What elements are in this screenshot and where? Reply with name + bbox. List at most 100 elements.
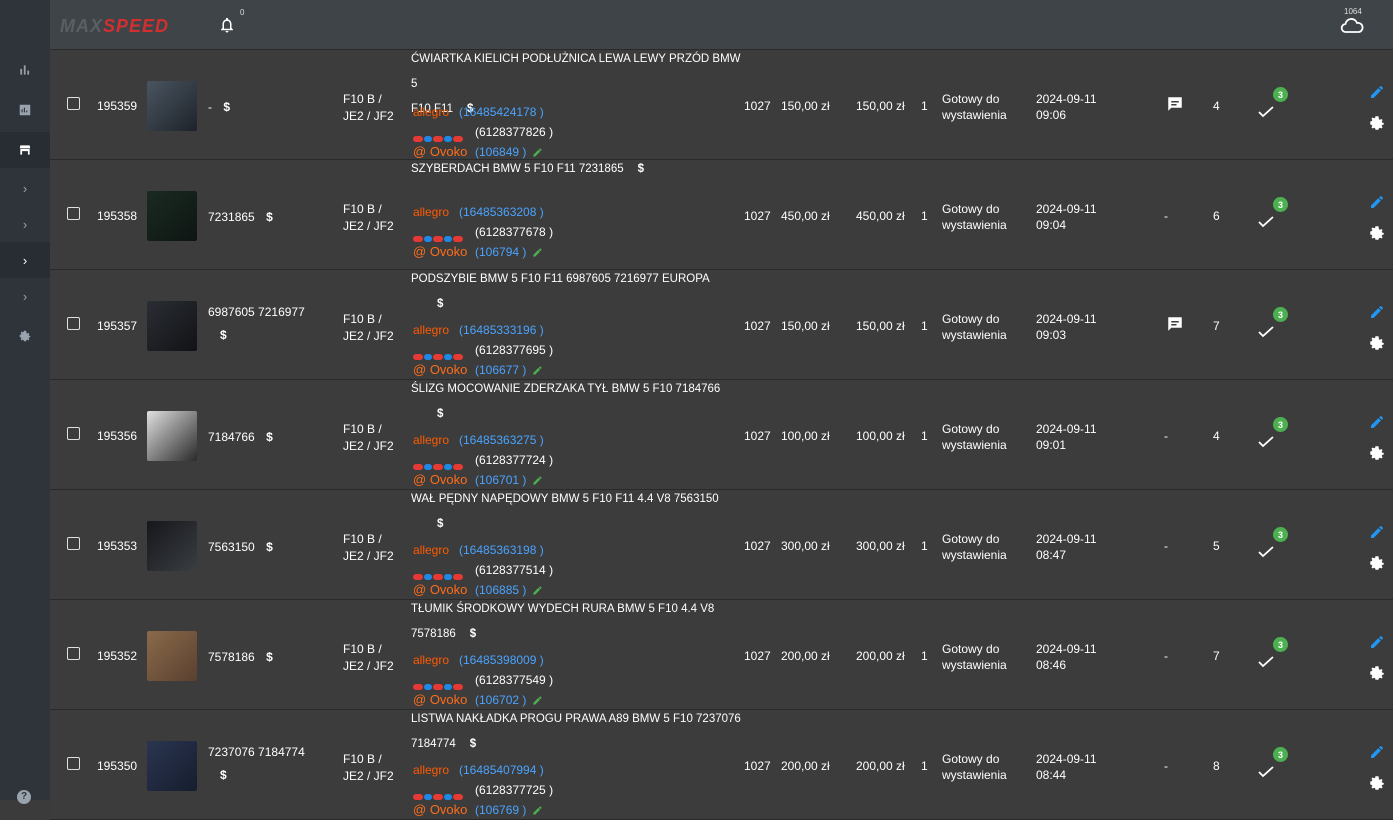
part-thumbnail[interactable] [147, 301, 197, 351]
gumtree-logo [413, 786, 471, 800]
part-title: ŚLIZG MOCOWANIE ZDERZAKA TYŁ BMW 5 F10 7… [411, 377, 741, 427]
qty-code: 1027 [744, 429, 771, 443]
title-line-1: ŚLIZG MOCOWANIE ZDERZAKA TYŁ BMW 5 F10 7… [411, 383, 721, 395]
gumtree-link[interactable]: (6128377826 ) [475, 122, 553, 142]
ovoko-logo: @ Ovoko [413, 802, 468, 817]
row-checkbox[interactable] [67, 647, 80, 660]
comment-empty: - [1164, 759, 1168, 773]
pencil-icon[interactable] [532, 805, 543, 816]
model-cell: F10 B / JE2 / JF2 [343, 421, 394, 455]
part-number-text: 7578186 [208, 650, 255, 664]
model-line-2: JE2 / JF2 [343, 219, 394, 233]
status-badge: 3 [1273, 307, 1288, 322]
cloud-icon[interactable] [1340, 16, 1364, 34]
comment-icon[interactable] [1166, 315, 1184, 333]
edit-icon[interactable] [1369, 414, 1385, 430]
comment-icon[interactable] [1166, 95, 1184, 113]
pencil-icon[interactable] [532, 695, 543, 706]
pencil-icon[interactable] [532, 585, 543, 596]
sidebar-item-expand-1[interactable]: › [0, 170, 50, 206]
gumtree-link[interactable]: (6128377678 ) [475, 222, 553, 242]
ovoko-link[interactable]: (106769 ) [475, 800, 526, 820]
allegro-link[interactable]: (16485363208 ) [459, 202, 544, 222]
sidebar-item-stats[interactable] [0, 52, 50, 88]
row-checkbox[interactable] [67, 537, 80, 550]
pencil-icon[interactable] [532, 475, 543, 486]
check-icon [1258, 106, 1274, 118]
edit-icon[interactable] [1369, 194, 1385, 210]
edit-icon[interactable] [1369, 634, 1385, 650]
part-thumbnail[interactable] [147, 411, 197, 461]
gumtree-link[interactable]: (6128377724 ) [475, 450, 553, 470]
qty-code: 1027 [744, 99, 771, 113]
allegro-link[interactable]: (16485398009 ) [459, 650, 544, 670]
photo-count: 5 [1213, 539, 1220, 553]
status-badge: 3 [1273, 527, 1288, 542]
gear-icon[interactable] [1368, 334, 1386, 352]
gear-icon[interactable] [1368, 114, 1386, 132]
pencil-icon[interactable] [532, 247, 543, 258]
sidebar-item-settings[interactable] [0, 318, 50, 354]
logo-part-1: MAX [60, 16, 103, 36]
sidebar-item-reports[interactable] [0, 92, 50, 128]
bell-icon[interactable] [218, 15, 236, 35]
row-checkbox[interactable] [67, 97, 80, 110]
pencil-icon[interactable] [532, 147, 543, 158]
marketplace-links: allegro (16485363208 ) (6128377678 ) @ O… [413, 202, 553, 262]
status-badge: 3 [1273, 417, 1288, 432]
row-checkbox[interactable] [67, 427, 80, 440]
pencil-icon[interactable] [532, 365, 543, 376]
price-gross: 150,00 zł [856, 319, 905, 333]
part-thumbnail[interactable] [147, 521, 197, 571]
edit-icon[interactable] [1369, 84, 1385, 100]
part-number: 7563150 $ [208, 539, 328, 556]
edit-icon[interactable] [1369, 744, 1385, 760]
row-checkbox[interactable] [67, 317, 80, 330]
row-checkbox[interactable] [67, 757, 80, 770]
part-thumbnail[interactable] [147, 81, 197, 131]
allegro-link[interactable]: (16485363198 ) [459, 540, 544, 560]
table-row: 195353 7563150 $ F10 B / JE2 / JF2 WAŁ P… [50, 490, 1393, 600]
part-number-text: 7237076 7184774 [208, 745, 305, 759]
sidebar-item-store[interactable] [0, 132, 50, 168]
title-line-1: TŁUMIK ŚRODKOWY WYDECH RURA BMW 5 F10 4.… [411, 603, 715, 615]
ovoko-label: Ovoko [429, 802, 468, 817]
edit-icon[interactable] [1369, 524, 1385, 540]
ovoko-link[interactable]: (106794 ) [475, 242, 526, 262]
part-thumbnail[interactable] [147, 741, 197, 791]
part-dollar: $ [266, 650, 273, 664]
table-row: 195356 7184766 $ F10 B / JE2 / JF2 ŚLIZG… [50, 380, 1393, 490]
allegro-link[interactable]: (16485333196 ) [459, 320, 544, 340]
gear-icon[interactable] [1368, 554, 1386, 572]
status-line-1: Gotowy do [942, 642, 1000, 656]
sidebar-item-expand-3[interactable]: › [0, 242, 50, 278]
part-number-text: 7563150 [208, 540, 255, 554]
allegro-logo: allegro [413, 433, 450, 447]
gumtree-link[interactable]: (6128377695 ) [475, 340, 553, 360]
gear-icon[interactable] [1368, 774, 1386, 792]
price-gross: 300,00 zł [856, 539, 905, 553]
part-thumbnail[interactable] [147, 631, 197, 681]
title-dollar: $ [469, 628, 477, 640]
help-icon[interactable]: ? [17, 790, 31, 804]
status-line-2: wystawienia [942, 108, 1007, 122]
part-number: 7578186 $ [208, 649, 328, 666]
part-thumbnail[interactable] [147, 191, 197, 241]
row-checkbox[interactable] [67, 207, 80, 220]
sidebar-item-expand-4[interactable]: › [0, 278, 50, 314]
allegro-link[interactable]: (16485363275 ) [459, 430, 544, 450]
gear-icon[interactable] [1368, 444, 1386, 462]
sidebar-item-expand-2[interactable]: › [0, 206, 50, 242]
allegro-link[interactable]: (16485407994 ) [459, 760, 544, 780]
edit-icon[interactable] [1369, 304, 1385, 320]
gear-icon[interactable] [1368, 664, 1386, 682]
notification-count: 0 [240, 8, 245, 17]
gumtree-link[interactable]: (6128377514 ) [475, 560, 553, 580]
gumtree-logo [413, 566, 471, 580]
gumtree-link[interactable]: (6128377725 ) [475, 780, 553, 800]
allegro-link[interactable]: (16485424178 ) [459, 102, 544, 122]
qty-code: 1027 [744, 319, 771, 333]
gumtree-link[interactable]: (6128377549 ) [475, 670, 553, 690]
qty-code: 1027 [744, 209, 771, 223]
gear-icon[interactable] [1368, 224, 1386, 242]
